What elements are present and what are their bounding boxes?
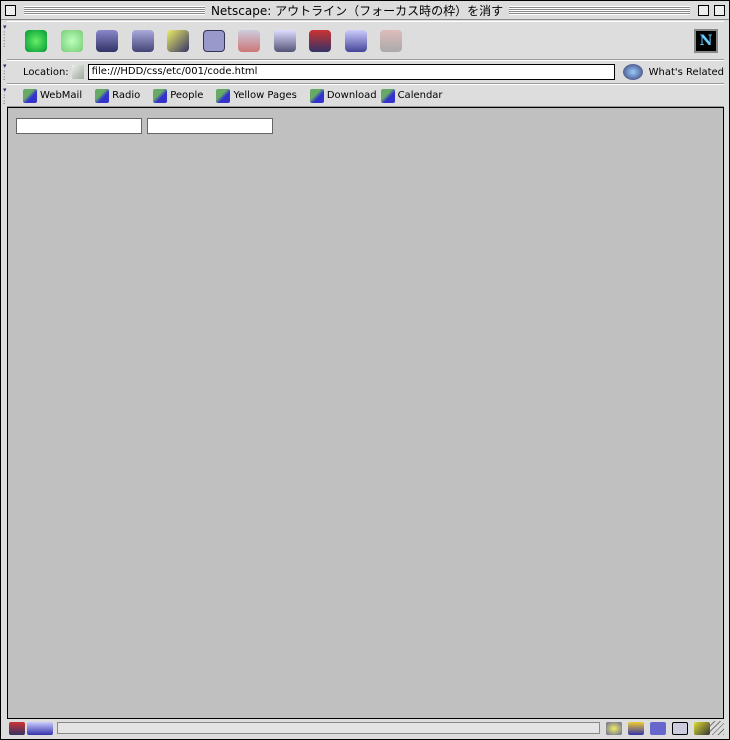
status-text-field	[56, 722, 601, 734]
bookmark-icon	[216, 88, 231, 103]
mail-icon[interactable]	[628, 721, 645, 735]
whats-related-icon[interactable]	[622, 64, 643, 80]
composer-icon[interactable]	[650, 721, 667, 735]
forward-icon[interactable]	[60, 29, 83, 52]
text-input-2[interactable]	[147, 118, 273, 134]
navigation-toolbar: ▾::: N	[3, 21, 724, 60]
bookmark-webmail[interactable]: WebMail	[23, 88, 83, 103]
bookmark-calendar[interactable]: Calendar	[380, 88, 443, 103]
bookmark-people[interactable]: People	[153, 88, 204, 103]
page-proxy-icon[interactable]	[71, 65, 84, 79]
toolbar-collapse-grip[interactable]: ▾:::	[3, 24, 11, 61]
bookmark-label: Calendar	[397, 90, 443, 101]
location-label: Location:	[23, 66, 69, 78]
bookmark-label: Download	[326, 90, 377, 101]
aim-icon[interactable]	[694, 721, 711, 735]
bookmark-yellow-pages[interactable]: Yellow Pages	[216, 88, 297, 103]
online-plug-icon[interactable]	[26, 721, 53, 735]
zoom-box[interactable]	[698, 4, 710, 16]
title-bar[interactable]: Netscape: アウトライン（フォーカス時の枠）を消す	[1, 1, 729, 20]
status-bar	[7, 719, 724, 737]
netscape-logo[interactable]: N	[694, 28, 718, 53]
title-stripes	[509, 5, 691, 15]
bookmark-icon	[95, 88, 110, 103]
browser-window: Netscape: アウトライン（フォーカス時の枠）を消す ▾::: N ▾::…	[0, 0, 730, 740]
address-book-icon[interactable]	[672, 721, 689, 735]
page-content	[7, 107, 724, 719]
images-icon[interactable]	[238, 29, 260, 52]
bookmark-label: People	[170, 90, 204, 101]
stop-icon[interactable]	[380, 29, 402, 52]
bookmark-label: WebMail	[40, 90, 83, 101]
location-toolbar: ▾:: Location: file:///HDD/css/etc/001/co…	[3, 60, 724, 84]
shop-icon[interactable]	[344, 29, 367, 52]
home-icon[interactable]	[131, 29, 154, 52]
resize-grip[interactable]	[710, 721, 724, 735]
bookmark-icon	[309, 88, 324, 103]
title-stripes	[24, 5, 205, 15]
bookmark-download[interactable]: Download	[309, 88, 377, 103]
window-title: Netscape: アウトライン（フォーカス時の枠）を消す	[210, 3, 504, 18]
close-box[interactable]	[5, 4, 16, 16]
navigator-icon[interactable]	[606, 721, 623, 735]
my-netscape-icon[interactable]	[202, 29, 225, 52]
security-lock-icon[interactable]	[9, 721, 25, 735]
bookmark-label: Radio	[112, 90, 141, 101]
collapse-box[interactable]	[714, 4, 726, 16]
bookmark-icon	[23, 88, 37, 103]
personal-toolbar: ▾:: WebMail Radio People Yellow Pages Do…	[3, 84, 724, 107]
security-icon[interactable]	[309, 29, 331, 52]
search-icon[interactable]	[167, 29, 189, 52]
back-icon[interactable]	[25, 29, 47, 52]
location-input[interactable]: file:///HDD/css/etc/001/code.html	[87, 64, 615, 80]
toolbar-collapse-grip[interactable]: ▾::	[3, 63, 11, 85]
bookmark-radio[interactable]: Radio	[95, 88, 141, 103]
bookmark-icon	[153, 88, 168, 103]
print-icon[interactable]	[273, 29, 296, 52]
bookmark-icon	[380, 88, 395, 103]
reload-icon[interactable]	[96, 29, 118, 52]
text-input-1[interactable]	[16, 118, 142, 134]
whats-related-button[interactable]: What's Related	[649, 67, 724, 78]
toolbar-collapse-grip[interactable]: ▾::	[3, 87, 11, 108]
bookmark-label: Yellow Pages	[233, 90, 297, 101]
